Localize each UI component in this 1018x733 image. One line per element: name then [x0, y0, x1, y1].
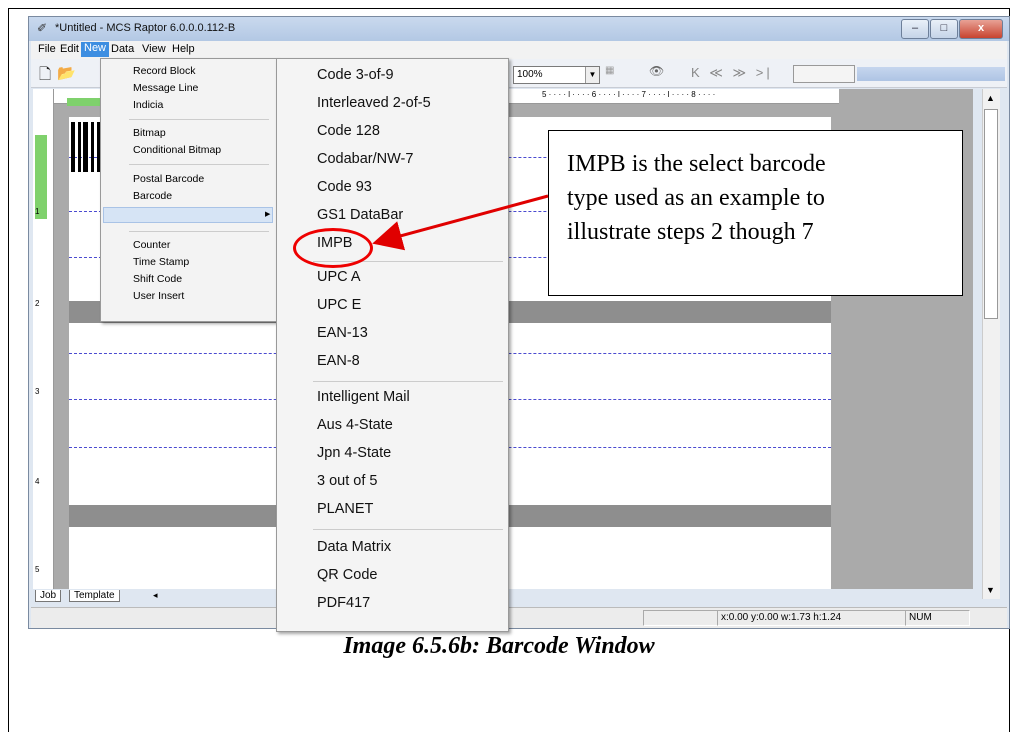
menu-file[interactable]: File [35, 43, 59, 55]
chevron-down-icon[interactable]: ▼ [585, 67, 599, 83]
barcode-item[interactable]: PDF417 [317, 595, 370, 611]
zoom-select[interactable]: 100% ▼ [513, 66, 600, 84]
new-file-icon[interactable]: 🗋 [39, 64, 51, 89]
menu-separator [313, 529, 503, 530]
menu-separator [129, 164, 269, 165]
barcode-item[interactable]: UPC E [317, 297, 361, 313]
submenu-arrow-icon: ▶ [265, 211, 271, 218]
tab-scroll-left-icon[interactable]: ◂ [153, 590, 158, 601]
menu-bar: File Edit New Data View Help [31, 41, 1007, 59]
menu-new[interactable]: New [81, 42, 110, 57]
ruler-tick-4: 4 [35, 477, 40, 486]
menu-data[interactable]: Data [108, 43, 137, 55]
menu-item-user-insert[interactable]: User Insert [133, 290, 184, 302]
barcode-item[interactable]: Code 93 [317, 179, 372, 195]
barcode-item[interactable]: 3 out of 5 [317, 473, 377, 489]
app-icon: ✐ [37, 21, 48, 35]
figure-caption: Image 6.5.6b: Barcode Window [343, 633, 655, 659]
status-coords: x:0.00 y:0.00 w:1.73 h:1.24 [717, 610, 906, 626]
zoom-value: 100% [517, 69, 543, 80]
vertical-ruler: 1 2 3 4 5 [33, 89, 54, 589]
ruler-tick-5: 5 [35, 565, 40, 574]
ruler-ticks: 5 · · · · l · · · · 6 · · · · l · · · · … [542, 90, 716, 99]
menu-item-barcode[interactable]: Barcode [133, 190, 172, 202]
menu-item-postal-barcode[interactable]: Postal Barcode [133, 173, 204, 185]
title-bar: ✐ *Untitled - MCS Raptor 6.0.0.0.112-B –… [29, 17, 1009, 41]
menu-item-conditional-bitmap[interactable]: Conditional Bitmap [133, 144, 221, 156]
minimize-button[interactable]: – [901, 19, 929, 39]
menu-item-message-line[interactable]: Message Line [133, 82, 198, 94]
barcode-item[interactable]: Aus 4-State [317, 417, 393, 433]
close-button[interactable]: x [959, 19, 1003, 39]
barcode-item[interactable]: EAN-13 [317, 325, 368, 341]
menu-edit[interactable]: Edit [57, 43, 82, 55]
menu-item-shift-code[interactable]: Shift Code [133, 273, 182, 285]
status-bar: x:0.00 y:0.00 w:1.73 h:1.24 NUM [31, 607, 1007, 628]
barcode-item[interactable]: EAN-8 [317, 353, 360, 369]
barcode-item[interactable]: Codabar/NW-7 [317, 151, 413, 167]
barcode-item[interactable]: Interleaved 2-of-5 [317, 95, 431, 111]
binoculars-icon[interactable]: 👁 [649, 64, 664, 78]
barcode-item[interactable]: Code 3-of-9 [317, 67, 394, 83]
scroll-up-icon[interactable]: ▲ [986, 93, 995, 103]
ruler-marker [67, 98, 101, 106]
impb-highlight-circle [293, 228, 373, 268]
menu-item-counter[interactable]: Counter [133, 239, 170, 251]
callout-line: type used as an example to [567, 185, 825, 211]
record-field[interactable] [793, 65, 855, 83]
vertical-scrollbar[interactable]: ▲ ▼ [982, 89, 1000, 599]
toolbar-band [857, 67, 1005, 81]
tab-job[interactable]: Job [35, 590, 62, 602]
record-navigation[interactable]: K ≪ ≫ >| [691, 65, 773, 81]
menu-separator [129, 119, 269, 120]
barcode-item[interactable]: UPC A [317, 269, 361, 285]
callout-box: IMPB is the select barcode type used as … [548, 130, 963, 296]
menu-item-indicia[interactable]: Indicia [133, 99, 163, 111]
menu-view[interactable]: View [139, 43, 169, 55]
tab-template[interactable]: Template [69, 590, 120, 602]
menu-separator [313, 381, 503, 382]
barcode-item[interactable]: Code 128 [317, 123, 380, 139]
open-folder-icon[interactable]: 📂 [57, 64, 76, 82]
barcode-item[interactable]: GS1 DataBar [317, 207, 403, 223]
status-cell [643, 610, 718, 626]
status-num: NUM [905, 610, 970, 626]
barcode-item[interactable]: PLANET [317, 501, 373, 517]
barcode-item[interactable]: Intelligent Mail [317, 389, 410, 405]
menu-separator [129, 231, 269, 232]
menu-item-record-block[interactable]: Record Block [133, 65, 195, 77]
callout-line: IMPB is the select barcode [567, 151, 826, 177]
ruler-tick-3: 3 [35, 387, 40, 396]
scroll-down-icon[interactable]: ▼ [986, 585, 995, 595]
menu-item-bitmap[interactable]: Bitmap [133, 127, 166, 139]
menu-help[interactable]: Help [169, 43, 198, 55]
new-menu-dropdown: Record Block Message Line Indicia Bitmap… [100, 58, 277, 322]
grid-icon[interactable]: ▦ [605, 65, 614, 76]
ruler-tick-2: 2 [35, 299, 40, 308]
maximize-button[interactable]: □ [930, 19, 958, 39]
ruler-tick-1: 1 [35, 207, 40, 216]
barcode-item[interactable]: Data Matrix [317, 539, 391, 555]
barcode-item[interactable]: Jpn 4-State [317, 445, 391, 461]
barcode-item[interactable]: QR Code [317, 567, 377, 583]
menu-item-time-stamp[interactable]: Time Stamp [133, 256, 189, 268]
window-title: *Untitled - MCS Raptor 6.0.0.0.112-B [55, 22, 236, 34]
menu-highlight [103, 207, 273, 223]
barcode-submenu: Code 3-of-9 Interleaved 2-of-5 Code 128 … [276, 58, 509, 632]
scroll-thumb[interactable] [984, 109, 998, 319]
callout-line: illustrate steps 2 though 7 [567, 219, 814, 245]
